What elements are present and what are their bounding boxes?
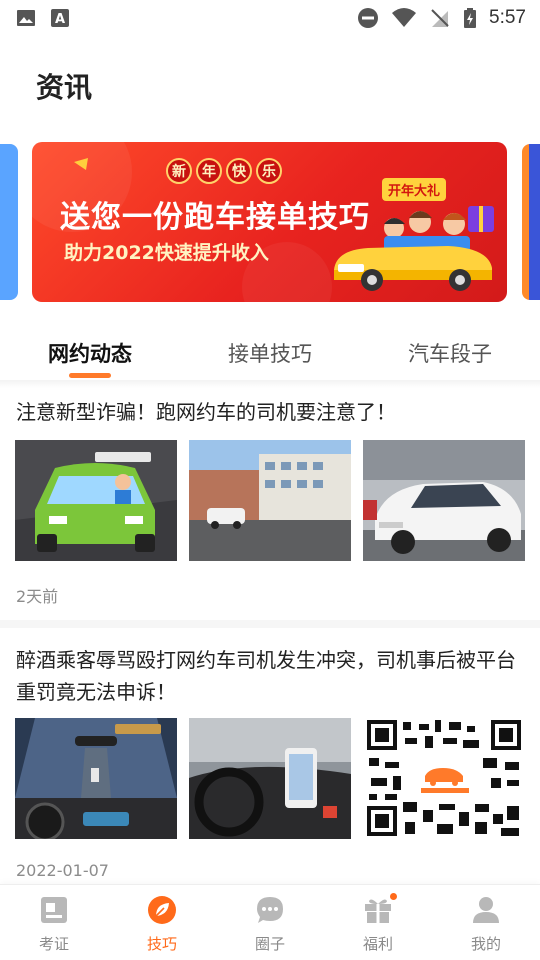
status-time: 5:57	[489, 7, 526, 28]
article-image	[363, 718, 525, 839]
gift-icon-wrap	[363, 893, 397, 925]
tab-tips[interactable]: 接单技巧	[180, 324, 360, 380]
nav-item-circle[interactable]: 圈子	[216, 885, 324, 960]
badge-char: 年	[196, 158, 222, 184]
nav-item-welfare[interactable]: 福利	[324, 885, 432, 960]
nav-item-profile[interactable]: 我的	[432, 885, 540, 960]
car-illustration	[334, 246, 492, 291]
badge-char: 快	[226, 158, 252, 184]
page-title: 资讯	[36, 71, 93, 104]
article-image	[15, 440, 177, 561]
gift-icon	[365, 899, 391, 923]
nav-label: 圈子	[254, 935, 285, 953]
article-date: 2022-01-07	[16, 861, 109, 880]
banner-subline: 助力2022快速提升收入	[64, 242, 269, 264]
image-notification-icon	[17, 10, 35, 26]
wifi-icon	[392, 8, 417, 27]
feed-separator	[0, 620, 540, 628]
tabs-divider	[0, 380, 540, 388]
nav-label: 我的	[470, 935, 501, 953]
tab-jokes[interactable]: 汽车段子	[360, 324, 540, 380]
nav-label: 考证	[38, 935, 69, 953]
article-thumbnails	[0, 718, 540, 839]
badge-char: 新	[166, 158, 192, 184]
certificate-icon	[41, 897, 67, 923]
no-signal-icon	[431, 9, 449, 27]
article-title: 醉酒乘客辱骂殴打网约车司机发生冲突，司机事后被平台重罚竟无法申诉！	[16, 648, 516, 704]
banner-badge: 新 年 快 乐	[166, 158, 282, 184]
do-not-disturb-icon	[358, 8, 379, 28]
bottom-navigation: 考证 技巧 圈子 福利 我的	[0, 884, 540, 960]
svg-text:A: A	[55, 12, 65, 27]
banner-next-peek[interactable]	[522, 144, 540, 300]
banner-headline: 送您一份跑车接单技巧	[60, 200, 370, 235]
banner-slide[interactable]: 新 年 快 乐 送您一份跑车接单技巧 助力2022快速提升收入 开年大礼	[32, 142, 507, 302]
banner-prev-peek[interactable]	[0, 144, 18, 300]
article-title: 注意新型诈骗！跑网约车的司机要注意了！	[16, 400, 396, 424]
battery-charging-icon	[464, 8, 477, 28]
nav-label: 福利	[362, 935, 393, 953]
article-image	[189, 718, 351, 839]
article-item[interactable]: 醉酒乘客辱骂殴打网约车司机发生冲突，司机事后被平台重罚竟无法申诉！ 2022-0…	[0, 644, 540, 880]
article-date: 2天前	[16, 587, 59, 606]
banner-carousel[interactable]: 新 年 快 乐 送您一份跑车接单技巧 助力2022快速提升收入 开年大礼	[0, 142, 540, 302]
category-tabs: 网约动态 接单技巧 汽车段子	[0, 324, 540, 380]
status-bar: A 5:57	[0, 0, 540, 36]
notification-dot	[390, 893, 397, 900]
nav-item-tips[interactable]: 技巧	[108, 885, 216, 960]
article-image	[363, 440, 525, 561]
article-image	[15, 718, 177, 839]
badge-char: 乐	[256, 158, 282, 184]
article-item[interactable]: 注意新型诈骗！跑网约车的司机要注意了！ 2天前	[0, 396, 540, 607]
banner-tag: 开年大礼	[382, 178, 447, 201]
user-icon	[473, 897, 499, 923]
qr-code-icon	[363, 718, 525, 839]
text-notification-icon: A	[51, 9, 69, 27]
leaf-icon	[148, 896, 176, 924]
tab-active-indicator	[69, 373, 111, 378]
article-thumbnails	[0, 440, 540, 561]
tab-news[interactable]: 网约动态	[0, 324, 180, 380]
nav-label: 技巧	[146, 935, 177, 953]
chat-bubble-icon	[257, 897, 283, 923]
confetti-icon	[74, 158, 88, 170]
article-image	[189, 440, 351, 561]
nav-item-certificate[interactable]: 考证	[0, 885, 108, 960]
